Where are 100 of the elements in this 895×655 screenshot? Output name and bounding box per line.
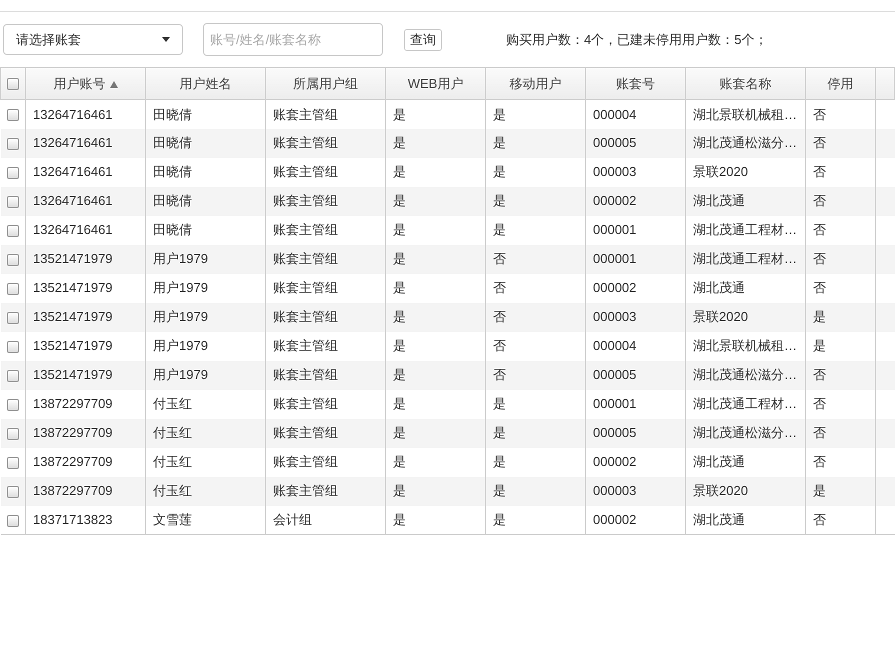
table-cell: 是 [393, 164, 406, 180]
table-cell: 13872297709 [33, 483, 113, 498]
row-checkbox[interactable] [6, 196, 19, 208]
table-cell: 湖北茂通 [693, 512, 745, 527]
table-cell: 湖北茂通 [693, 280, 745, 296]
row-checkbox[interactable] [6, 224, 19, 237]
table-cell: 13872297709 [33, 454, 113, 470]
query-button[interactable]: 查询 [404, 28, 442, 50]
table-cell: 田晓倩 [153, 222, 192, 238]
table-cell: 是 [393, 396, 406, 412]
table-cell: 13264716461 [33, 222, 113, 238]
row-checkbox[interactable] [6, 428, 19, 440]
table-cell: 否 [493, 251, 506, 266]
table-cell: 是 [393, 425, 406, 440]
table-cell: 湖北茂通 [693, 454, 745, 470]
table-cell: 13264716461 [33, 135, 113, 150]
table-cell: 13264716461 [33, 164, 113, 180]
table-cell: 湖北茂通松滋分… [693, 367, 797, 382]
table-cell: 湖北景联机械租… [693, 106, 797, 122]
table-cell: 湖北景联机械租… [693, 338, 797, 354]
table-cell: 000005 [593, 135, 636, 150]
table-cell: 账套主管组 [273, 135, 338, 150]
select-all-checkbox[interactable] [7, 78, 19, 90]
table-cell: 13521471979 [33, 309, 113, 324]
table-cell: 否 [813, 106, 826, 122]
table-cell: 是 [493, 396, 506, 412]
row-checkbox[interactable] [6, 340, 19, 353]
table-cell: 000004 [593, 106, 636, 122]
table-cell: 是 [493, 164, 506, 180]
table-cell: 付玉红 [153, 454, 192, 470]
table-cell: 是 [393, 106, 406, 122]
table-cell: 账套主管组 [273, 396, 338, 412]
table-cell: 000002 [593, 512, 636, 527]
select-value: 请选择账套 [16, 30, 81, 49]
table-cell: 账套主管组 [273, 106, 338, 122]
row-checkbox[interactable] [6, 370, 19, 382]
table-cell: 是 [393, 193, 406, 208]
row-checkbox[interactable] [6, 312, 19, 324]
table-cell: 13521471979 [33, 280, 113, 296]
table-cell: 用户1979 [153, 309, 208, 324]
table-cell: 是 [393, 280, 406, 296]
table-cell: 是 [393, 338, 406, 354]
table-cell: 用户1979 [153, 280, 208, 296]
table-cell: 000005 [593, 425, 636, 440]
table-cell: 否 [813, 251, 826, 266]
table-cell: 000003 [593, 164, 636, 180]
table-cell: 000003 [593, 483, 636, 498]
table-cell: 是 [393, 454, 406, 470]
row-checkbox[interactable] [6, 138, 19, 150]
row-checkbox[interactable] [6, 282, 19, 295]
table-cell: 000002 [593, 280, 636, 296]
table-cell: 是 [393, 367, 406, 382]
table-cell: 是 [493, 106, 506, 122]
table-cell: 是 [813, 483, 826, 498]
user-count-summary: 购买用户数：4个，已建未停用用户数：5个； [506, 30, 768, 49]
table-cell: 否 [813, 164, 826, 180]
search-field[interactable]: 账号/姓名/账套名称 [203, 23, 383, 56]
table-cell: 账套主管组 [273, 222, 338, 238]
table-cell: 否 [493, 338, 506, 354]
table-cell: 会计组 [273, 512, 312, 527]
row-checkbox[interactable] [6, 109, 19, 122]
row-checkbox[interactable] [6, 514, 19, 527]
table-cell: 是 [493, 222, 506, 238]
table-cell: 否 [493, 280, 506, 296]
table-cell: 用户1979 [153, 338, 208, 354]
row-checkbox[interactable] [6, 456, 19, 469]
table-cell: 账套主管组 [273, 309, 338, 324]
table-cell: 000001 [593, 222, 636, 238]
table-cell: 000004 [593, 338, 636, 354]
row-checkbox[interactable] [6, 486, 19, 498]
table-cell: 否 [493, 309, 506, 324]
table-cell: 否 [813, 367, 826, 382]
table-cell: 是 [493, 135, 506, 150]
account-select[interactable]: 请选择账套 [3, 24, 183, 55]
table-cell: 田晓倩 [153, 135, 192, 150]
table-cell: 账套主管组 [273, 338, 338, 354]
table-cell: 湖北茂通松滋分… [693, 135, 797, 150]
table-cell: 田晓倩 [153, 164, 192, 180]
table-cell: 否 [813, 280, 826, 296]
table-cell: 000002 [593, 454, 636, 470]
row-checkbox[interactable] [6, 166, 19, 179]
table-cell: 景联2020 [693, 164, 748, 180]
table-cell: 否 [813, 512, 826, 527]
table-cell: 13521471979 [33, 251, 113, 266]
table-cell: 用户1979 [153, 367, 208, 382]
table-cell: 是 [813, 338, 826, 354]
table-cell: 13264716461 [33, 193, 113, 208]
table-cell: 文雪莲 [153, 512, 192, 527]
table-cell: 否 [493, 367, 506, 382]
table-cell: 账套主管组 [273, 164, 338, 180]
table-cell: 湖北茂通工程材… [693, 251, 797, 266]
row-checkbox[interactable] [6, 254, 19, 266]
table-cell: 账套主管组 [273, 251, 338, 266]
table-cell: 是 [813, 309, 826, 324]
table-cell: 是 [393, 135, 406, 150]
table-cell: 付玉红 [153, 483, 192, 498]
table-cell: 否 [813, 454, 826, 470]
caret-icon [162, 37, 170, 42]
table-cell: 000002 [593, 193, 636, 208]
row-checkbox[interactable] [6, 398, 19, 411]
